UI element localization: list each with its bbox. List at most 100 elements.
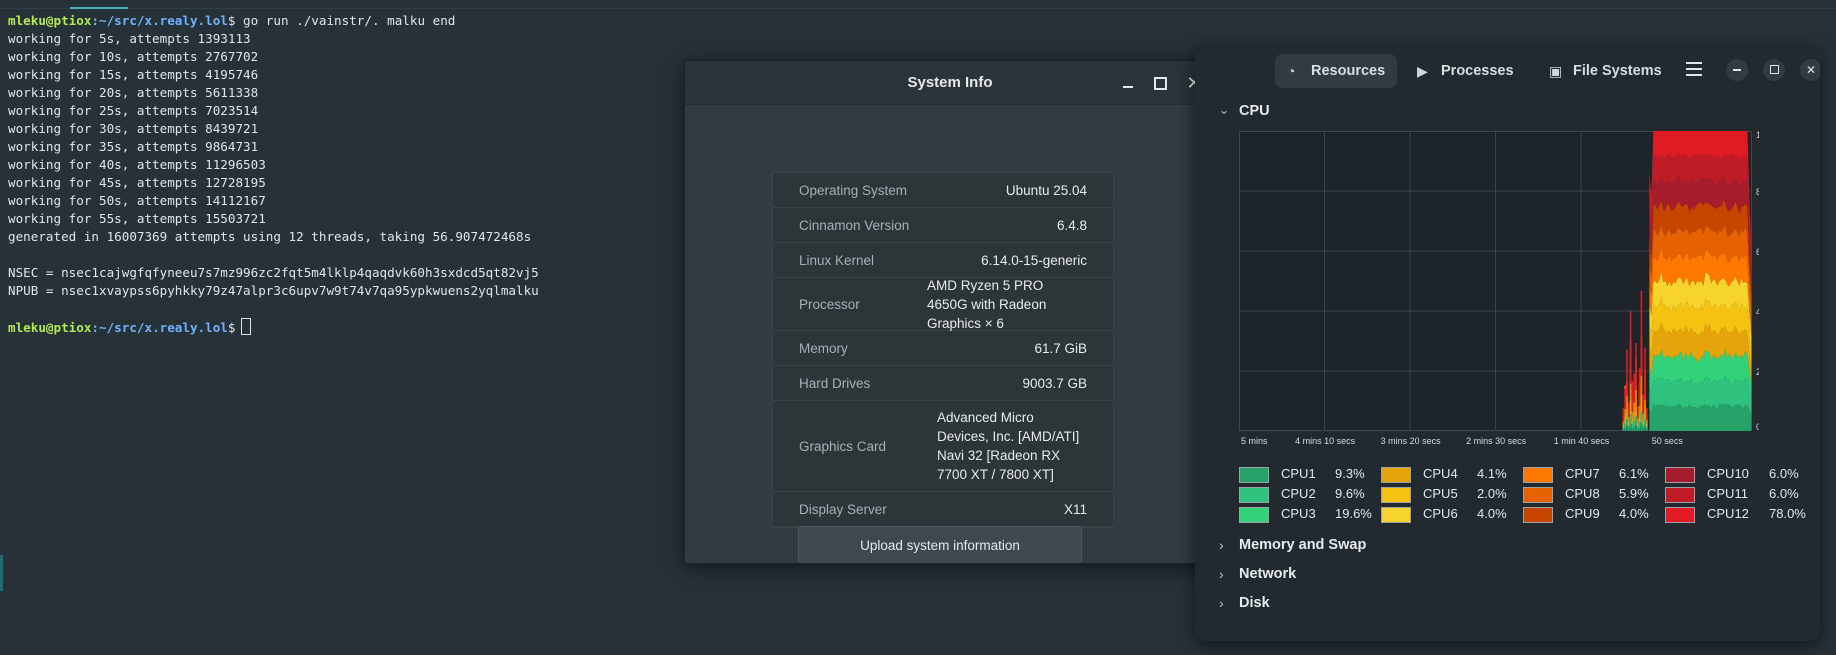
cpu-legend-item-cpu10: CPU10 6.0% — [1665, 466, 1805, 484]
terminal-output-line: working for 5s, attempts 1393113 — [8, 31, 251, 46]
minimize-button[interactable] — [1117, 72, 1139, 94]
terminal-tab-bar — [0, 8, 1836, 9]
terminal-output-line: working for 10s, attempts 2767702 — [8, 49, 259, 64]
system-info-value: 9003.7 GB — [1022, 375, 1087, 391]
cpu-section-header[interactable]: CPU — [1239, 103, 1270, 119]
legend-swatch — [1381, 487, 1411, 503]
system-info-label: Processor — [799, 296, 860, 312]
tab-label: Processes — [1441, 63, 1514, 79]
terminal-active-tab-indicator[interactable] — [70, 7, 128, 9]
system-info-label: Hard Drives — [799, 375, 871, 391]
system-monitor-window[interactable]: ◔ Resources ▶ Processes ▣ File Systems ✕… — [1195, 46, 1820, 641]
y-tick-label: 100 % — [1756, 131, 1759, 140]
system-info-value: Advanced Micro Devices, Inc. [AMD/ATI] N… — [937, 410, 1080, 482]
cpu-legend-item-cpu3: CPU3 19.6% — [1239, 506, 1379, 524]
prompt-path: :~/src/x.realy.lol — [91, 13, 228, 28]
system-info-table: Operating System Ubuntu 25.04 Cinnamon Ver… — [772, 172, 1114, 528]
legend-swatch — [1523, 487, 1553, 503]
tab-resources[interactable]: ◔ Resources — [1275, 54, 1398, 88]
terminal-prompt-line: mleku@ptiox:~/src/x.realy.lol$ go run ./… — [8, 12, 539, 30]
upload-system-information-button[interactable]: Upload system information — [798, 526, 1082, 563]
system-info-label: Operating System — [799, 182, 908, 198]
cpu-percentage: 5.9% — [1619, 486, 1649, 501]
system-info-row: Display Server X11 — [773, 492, 1113, 527]
terminal-output-line: working for 15s, attempts 4195746 — [8, 67, 259, 82]
legend-swatch — [1523, 467, 1553, 483]
cpu-legend-item-cpu6: CPU6 4.0% — [1381, 506, 1521, 524]
cpu-name: CPU2 — [1281, 486, 1316, 501]
terminal-output-line — [8, 300, 539, 318]
x-tick-label: 50 secs — [1652, 436, 1684, 446]
cpu-name: CPU12 — [1707, 506, 1749, 521]
minimize-button[interactable] — [1726, 59, 1748, 81]
minimize-icon — [1733, 69, 1741, 71]
cpu-percentage: 4.1% — [1477, 466, 1507, 481]
tab-file-systems[interactable]: ▣ File Systems — [1537, 54, 1674, 88]
cpu-legend-item-cpu9: CPU9 4.0% — [1523, 506, 1663, 524]
cpu-legend-item-cpu11: CPU11 6.0% — [1665, 486, 1805, 504]
terminal-cursor — [241, 318, 252, 335]
chevron-right-icon[interactable]: › — [1219, 566, 1224, 582]
terminal-output-line: working for 45s, attempts 12728195 — [8, 175, 266, 190]
y-tick-label: 20 % — [1756, 367, 1759, 377]
cpu-name: CPU8 — [1565, 486, 1600, 501]
system-info-row: Cinnamon Version 6.4.8 — [773, 208, 1113, 243]
terminal-output-line: working for 35s, attempts 9864731 — [8, 139, 259, 154]
terminal-output: mleku@ptiox:~/src/x.realy.lol$ go run ./… — [8, 12, 539, 336]
prompt-command: $ go run ./vainstr/. malku end — [227, 13, 456, 28]
tab-processes[interactable]: ▶ Processes — [1405, 54, 1526, 88]
system-info-row: Graphics Card Advanced Micro Devices, Inc… — [773, 401, 1113, 492]
cpu-name: CPU5 — [1423, 486, 1458, 501]
chevron-down-icon[interactable]: ⌄ — [1219, 103, 1229, 117]
system-info-label: Memory — [799, 340, 848, 356]
tab-label: File Systems — [1573, 63, 1662, 79]
system-info-window[interactable]: System Info ✕ Operating System Ubuntu 25.… — [684, 60, 1216, 564]
cpu-percentage: 6.0% — [1769, 466, 1799, 481]
menu-icon — [1686, 62, 1702, 64]
x-tick-label: 1 min 40 secs — [1554, 436, 1610, 446]
cpu-legend-item-cpu12: CPU12 78.0% — [1665, 506, 1806, 524]
cpu-percentage: 4.0% — [1619, 506, 1649, 521]
terminal-edge-marker — [0, 555, 3, 591]
cpu-name: CPU1 — [1281, 466, 1316, 481]
maximize-button[interactable] — [1763, 59, 1785, 81]
terminal-output-line: NSEC = nsec1cajwgfqfyneeu7s7mz996zc2fqt5… — [8, 265, 539, 280]
maximize-icon — [1769, 65, 1779, 74]
system-info-row: Operating System Ubuntu 25.04 — [773, 173, 1113, 208]
chevron-right-icon[interactable]: › — [1219, 537, 1224, 553]
system-info-label: Linux Kernel — [799, 252, 875, 268]
cpu-legend-item-cpu5: CPU5 2.0% — [1381, 486, 1521, 504]
play-icon: ▶ — [1417, 63, 1428, 79]
legend-swatch — [1239, 487, 1269, 503]
cpu-percentage: 78.0% — [1769, 506, 1806, 521]
y-tick-label: 40 % — [1756, 307, 1759, 317]
terminal-output-line: working for 25s, attempts 7023514 — [8, 103, 259, 118]
minimize-icon — [1123, 86, 1133, 88]
x-tick-label: 3 mins 20 secs — [1381, 436, 1442, 446]
cpu-legend-item-cpu1: CPU1 9.3% — [1239, 466, 1379, 484]
hamburger-menu-button[interactable] — [1683, 58, 1705, 82]
maximize-button[interactable] — [1149, 72, 1171, 94]
system-info-value: Ubuntu 25.04 — [1005, 182, 1087, 198]
system-info-row: Memory 61.7 GiB — [773, 331, 1113, 366]
cpu-percentage: 4.0% — [1477, 506, 1507, 521]
legend-swatch — [1665, 467, 1695, 483]
chevron-right-icon[interactable]: › — [1219, 595, 1224, 611]
terminal-output-line: NPUB = nsec1xvaypss6pyhkky79z47alpr3c6up… — [8, 283, 539, 298]
x-tick-label: 2 mins 30 secs — [1466, 436, 1527, 446]
legend-swatch — [1665, 487, 1695, 503]
series-area-cpu1 — [1649, 403, 1752, 431]
close-icon: ✕ — [1805, 63, 1817, 77]
terminal-output-line: working for 40s, attempts 11296503 — [8, 157, 266, 172]
x-tick-label: 4 mins 10 secs — [1295, 436, 1356, 446]
maximize-icon — [1153, 77, 1167, 90]
drive-icon: ▣ — [1549, 63, 1563, 79]
system-info-titlebar[interactable]: System Info ✕ — [685, 61, 1215, 105]
network-section-header[interactable]: Network — [1239, 566, 1296, 582]
close-button[interactable]: ✕ — [1800, 59, 1820, 81]
gauge-icon: ◔ — [1287, 63, 1296, 79]
memory-and-swap-section-header[interactable]: Memory and Swap — [1239, 537, 1366, 553]
disk-section-header[interactable]: Disk — [1239, 595, 1270, 611]
system-info-value: 61.7 GiB — [1034, 340, 1087, 356]
cpu-legend-item-cpu7: CPU7 6.1% — [1523, 466, 1663, 484]
